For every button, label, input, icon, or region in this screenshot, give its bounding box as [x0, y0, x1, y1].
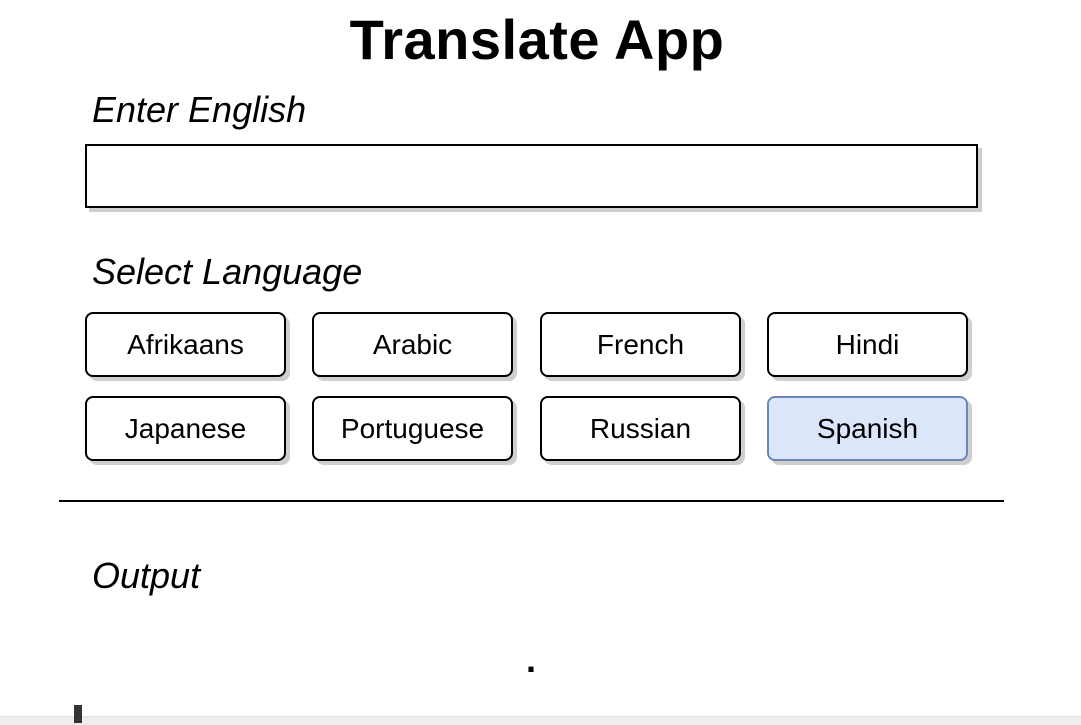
language-button-afrikaans[interactable]: Afrikaans	[85, 312, 286, 377]
language-button-hindi[interactable]: Hindi	[767, 312, 968, 377]
section-divider	[59, 500, 1004, 502]
output-text: .	[525, 639, 536, 680]
text-cursor-icon	[74, 705, 82, 723]
language-button-spanish[interactable]: Spanish	[767, 396, 968, 461]
language-button-arabic[interactable]: Arabic	[312, 312, 513, 377]
language-button-japanese[interactable]: Japanese	[85, 396, 286, 461]
output-label: Output	[92, 555, 201, 596]
language-button-french[interactable]: French	[540, 312, 741, 377]
translate-app-window: Translate App Enter English Select Langu…	[0, 0, 1081, 725]
bottom-scroll-area	[0, 716, 1081, 725]
language-label: Select Language	[92, 251, 363, 292]
english-text-input[interactable]	[85, 144, 978, 208]
language-button-portuguese[interactable]: Portuguese	[312, 396, 513, 461]
input-label: Enter English	[92, 89, 307, 130]
page-title: Translate App	[349, 8, 725, 71]
language-button-grid: Afrikaans Arabic French Hindi Japanese P…	[85, 312, 985, 472]
language-button-russian[interactable]: Russian	[540, 396, 741, 461]
